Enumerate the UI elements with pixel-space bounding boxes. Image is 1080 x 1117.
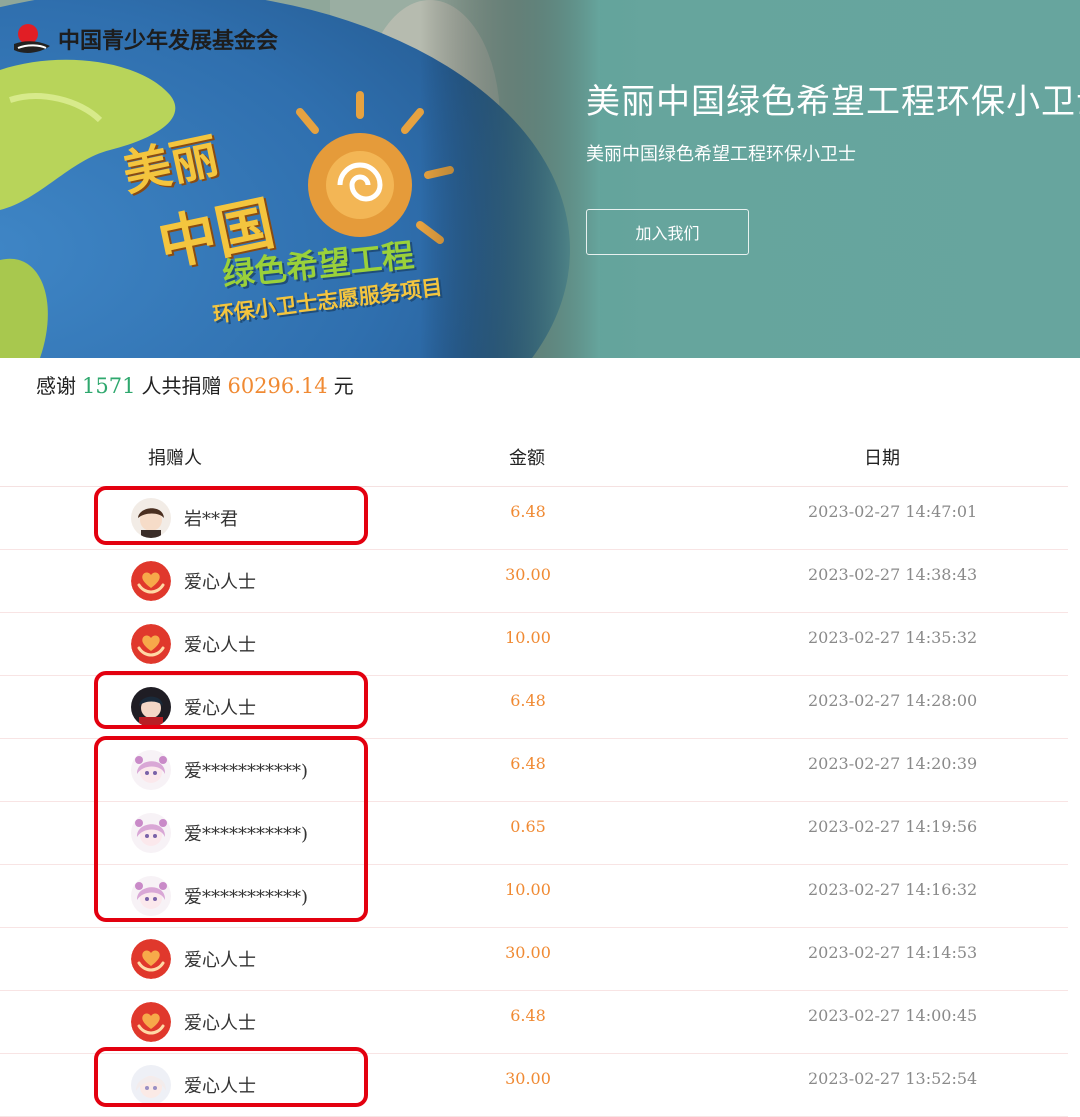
table-row: 爱心人士 30.00 2023-02-27 14:38:43 (0, 550, 1068, 613)
donation-amount: 30.00 (505, 943, 551, 962)
avatar (131, 687, 171, 727)
heart-hands-icon (131, 939, 171, 979)
donor-name: 爱心人士 (184, 950, 256, 971)
header-donor: 捐赠人 (148, 448, 202, 469)
cydf-logo-icon (14, 24, 50, 53)
heart-hands-icon (131, 561, 171, 601)
table-row: 爱心人士 30.00 2023-02-27 14:14:53 (0, 928, 1068, 991)
donation-date: 2023-02-27 14:35:32 (808, 628, 978, 647)
donation-amount: 10.00 (505, 628, 551, 647)
table-row: 岩**君 6.48 2023-02-27 14:47:01 (0, 487, 1068, 550)
summary-suffix: 元 (333, 374, 354, 398)
donation-date: 2023-02-27 14:28:00 (808, 691, 978, 710)
heart-hands-icon (131, 1002, 171, 1042)
summary-prefix: 感谢 (36, 374, 76, 398)
project-subtitle: 美丽中国绿色希望工程环保小卫士 (586, 144, 856, 165)
donation-amount: 10.00 (505, 880, 551, 899)
table-header: 捐赠人 金额 日期 (0, 424, 1068, 487)
donation-date: 2023-02-27 14:00:45 (808, 1006, 978, 1025)
avatar (131, 876, 171, 916)
header-amount: 金额 (509, 448, 545, 469)
project-banner: 美丽 中国 绿色希望工程 环保小卫士志愿服务项目 中国青少年发展基金会 美丽中国… (0, 0, 1080, 358)
donor-name: 岩**君 (184, 509, 238, 530)
donation-amount: 30.00 (505, 1069, 551, 1088)
donation-amount: 0.65 (510, 817, 546, 836)
heart-hands-icon (131, 624, 171, 664)
table-row: 爱心人士 6.48 2023-02-27 14:28:00 (0, 676, 1068, 739)
join-us-button[interactable]: 加入我们 (586, 209, 749, 255)
table-row: 爱心人士 6.48 2023-02-27 14:00:45 (0, 991, 1068, 1054)
donor-name: 爱心人士 (184, 635, 256, 656)
header-date: 日期 (864, 448, 900, 469)
donation-amount: 30.00 (505, 565, 551, 584)
table-body: 岩**君 6.48 2023-02-27 14:47:01 爱心人士 30.00 2023… (0, 487, 1068, 1117)
table-row: 爱***********) 6.48 2023-02-27 14:20:39 (0, 739, 1068, 802)
donation-summary: 感谢 1571 人共捐赠 60296.14 元 (36, 370, 354, 399)
summary-middle: 人共捐赠 (141, 374, 222, 398)
avatar (131, 1065, 171, 1105)
donation-date: 2023-02-27 14:14:53 (808, 943, 978, 962)
table-row: 爱心人士 30.00 2023-02-27 13:52:54 (0, 1054, 1068, 1117)
table-row: 爱***********) 10.00 2023-02-27 14:16:32 (0, 865, 1068, 928)
donation-amount: 6.48 (510, 1006, 546, 1025)
donation-date: 2023-02-27 14:38:43 (808, 565, 978, 584)
donor-name: 爱心人士 (184, 698, 256, 719)
donation-date: 2023-02-27 14:19:56 (808, 817, 978, 836)
donation-amount: 6.48 (510, 502, 546, 521)
donation-date: 2023-02-27 14:16:32 (808, 880, 978, 899)
avatar (131, 813, 171, 853)
org-logo: 中国青少年发展基金会 (12, 22, 278, 56)
donor-name: 爱心人士 (184, 1013, 256, 1034)
project-title: 美丽中国绿色希望工程环保小卫士 (586, 82, 1080, 122)
avatar (131, 498, 171, 538)
donor-name: 爱心人士 (184, 572, 256, 593)
donation-date: 2023-02-27 14:20:39 (808, 754, 978, 773)
donation-amount: 6.48 (510, 691, 546, 710)
table-row: 爱***********) 0.65 2023-02-27 14:19:56 (0, 802, 1068, 865)
donor-name: 爱心人士 (184, 1076, 256, 1097)
donor-name: 爱***********) (184, 887, 309, 908)
total-amount: 60296.14 (227, 374, 328, 398)
donor-name: 爱***********) (184, 761, 309, 782)
donation-date: 2023-02-27 14:47:01 (808, 502, 978, 521)
donor-name: 爱***********) (184, 824, 309, 845)
table-row: 爱心人士 10.00 2023-02-27 14:35:32 (0, 613, 1068, 676)
donor-count: 1571 (82, 374, 136, 398)
donation-table: 捐赠人 金额 日期 岩**君 6.48 2023-02-27 14:47:01 爱心人… (0, 424, 1068, 1117)
avatar (131, 750, 171, 790)
org-name: 中国青少年发展基金会 (58, 29, 279, 54)
donation-amount: 6.48 (510, 754, 546, 773)
donation-date: 2023-02-27 13:52:54 (808, 1069, 978, 1088)
